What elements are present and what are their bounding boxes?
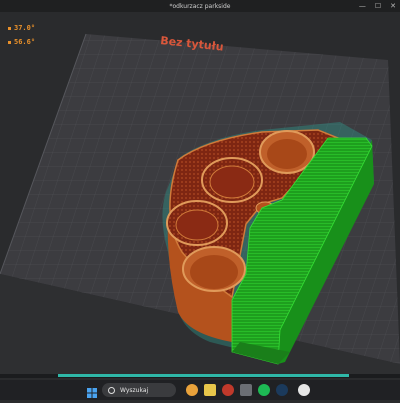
readout-angle-2: 56.6° [8, 38, 35, 46]
slicer-app-icon[interactable] [298, 384, 310, 396]
windows-start-icon[interactable] [86, 384, 98, 398]
search-label: Wyszukaj [120, 386, 149, 394]
steam-icon[interactable] [276, 384, 288, 396]
layer-progress-fill [58, 374, 349, 377]
close-icon[interactable]: ✕ [390, 2, 396, 10]
viewport-3d[interactable]: Bez tytułu [0, 12, 400, 374]
search-icon [108, 386, 115, 394]
taskbar-search[interactable]: Wyszukaj [102, 383, 176, 397]
mail-icon[interactable] [222, 384, 234, 396]
ring-top-left [201, 157, 263, 203]
window-controls: — ☐ ✕ [359, 2, 396, 10]
spotify-icon[interactable] [258, 384, 270, 396]
readout-angle-1: 37.0° [8, 24, 35, 32]
ring-middle [166, 200, 228, 246]
maximize-icon[interactable]: ☐ [375, 2, 381, 10]
ring-bottom [182, 246, 246, 292]
layer-progress-track[interactable] [0, 374, 400, 378]
title-bar: *odkurzacz parkside — ☐ ✕ [0, 0, 400, 12]
file-explorer-icon[interactable] [204, 384, 216, 396]
media-icon[interactable] [240, 384, 252, 396]
taskbar: Wyszukaj [0, 380, 400, 400]
ring-top-right [259, 130, 315, 174]
minimize-icon[interactable]: — [359, 2, 366, 10]
window-title: *odkurzacz parkside [169, 2, 231, 10]
browser-icon[interactable] [186, 384, 198, 396]
